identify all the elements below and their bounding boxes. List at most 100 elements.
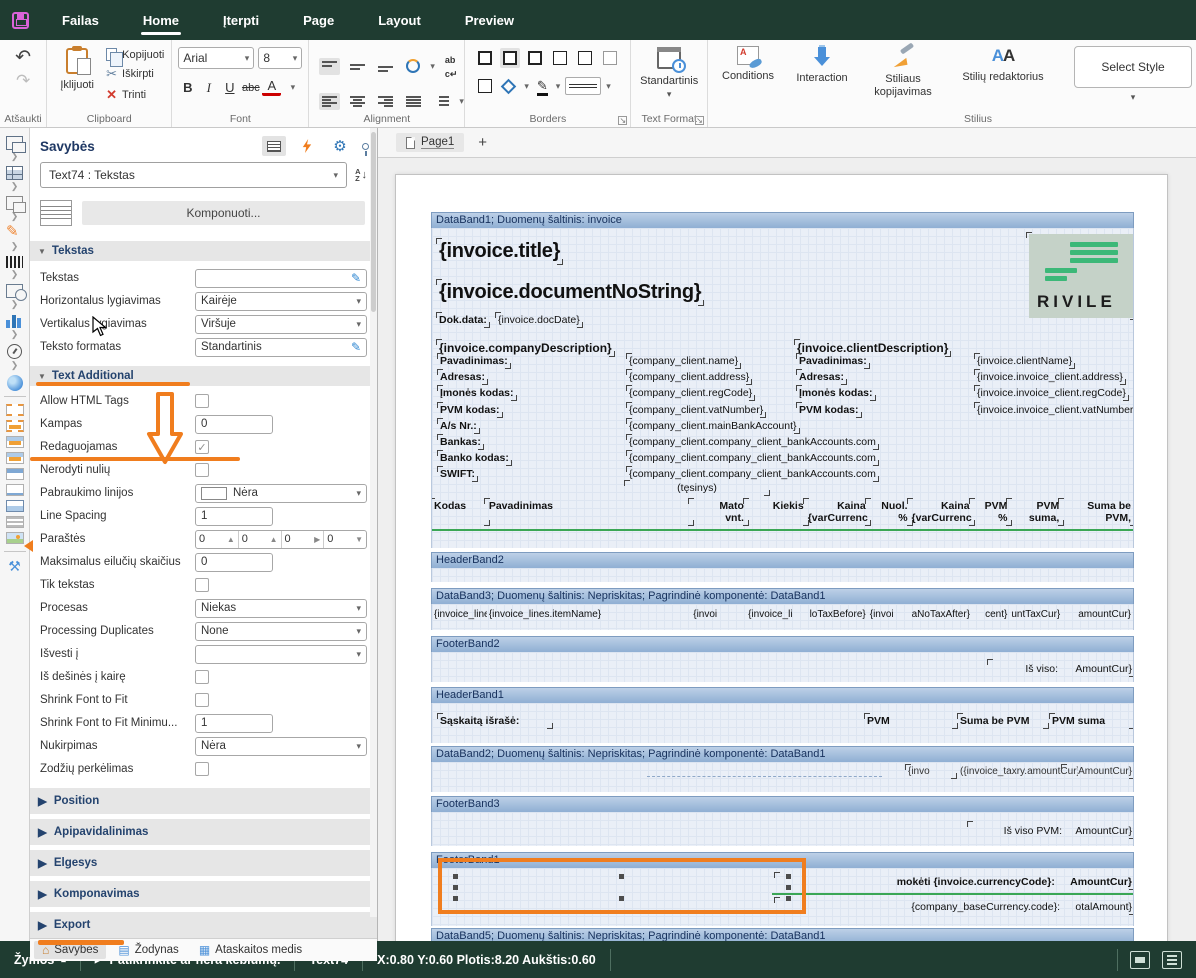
tax-cell-1[interactable]: {invo xyxy=(908,766,954,777)
field-label-mon-s-kodas[interactable]: Įmonės kodas: xyxy=(440,387,514,399)
band-headerband2[interactable]: HeaderBand2 xyxy=(431,552,1134,582)
pin-icon[interactable] xyxy=(362,143,369,150)
font-family-select[interactable]: Arial▾ xyxy=(178,47,254,69)
underline-button[interactable]: U xyxy=(220,78,239,97)
gauge-tool[interactable] xyxy=(7,342,22,359)
band-page-footer-tool[interactable] xyxy=(6,498,24,514)
table-header-pvm-suma[interactable]: PVMsuma, xyxy=(1009,500,1061,524)
chevron-right-icon[interactable]: ❯ xyxy=(11,269,19,279)
band-footerband2[interactable]: FooterBand2 Iš viso: AmountCur} xyxy=(431,636,1134,682)
text-format-expander-icon[interactable]: ↘ xyxy=(695,116,704,125)
databand3-cell-6[interactable]: aNoTaxAfter} xyxy=(910,609,972,620)
band-empty-tool[interactable] xyxy=(6,514,24,530)
field-label-a-s-nr[interactable]: A/s Nr.: xyxy=(440,420,477,432)
align-top-button[interactable] xyxy=(319,58,340,75)
databand3-cell-5[interactable]: {invoi xyxy=(868,609,910,620)
select-horizontalus-lygiavimas[interactable]: Kairėje▾ xyxy=(195,292,367,311)
menu-tab-terpti[interactable]: Įterpti xyxy=(201,0,281,40)
doc-date-field[interactable]: {invoice.docDate} xyxy=(498,314,580,326)
field-label-pavadinimas[interactable]: Pavadinimas: xyxy=(799,355,867,367)
chevron-right-icon[interactable]: ❯ xyxy=(11,360,19,370)
section-header-elgesys[interactable]: ▶Elgesys xyxy=(30,850,377,876)
company-description-field[interactable]: {invoice.companyDescription} xyxy=(439,341,612,355)
continuation-label[interactable]: (tęsinys) xyxy=(627,482,767,494)
word-wrap-button[interactable]: abc↵ xyxy=(442,49,461,83)
field-label-pvm-kodas[interactable]: PVM kodas: xyxy=(440,404,500,416)
conditions-button[interactable]: Conditions xyxy=(712,46,784,83)
add-page-button[interactable]: + xyxy=(478,134,487,151)
field-value-pvm-kodas[interactable]: {company_client.vatNumber} xyxy=(629,404,763,416)
databand3-cell-2[interactable]: {invoi xyxy=(691,609,746,620)
table-header-pvm[interactable]: PVM% xyxy=(972,500,1010,524)
spinner-icon[interactable]: ▲ xyxy=(227,535,235,544)
field-value-mon-s-kodas[interactable]: {company_client.regCode} xyxy=(629,387,752,399)
total-field[interactable]: Iš viso: AmountCur} xyxy=(990,661,1132,675)
copy-button[interactable]: Kopijuoti xyxy=(103,47,167,62)
chevron-right-icon[interactable]: ❯ xyxy=(11,299,19,309)
field-value-bankas[interactable]: {company_client.company_client_bankAccou… xyxy=(629,436,876,448)
field-value-pavadinimas[interactable]: {invoice.clientName} xyxy=(977,355,1072,367)
header1-col-pvm-suma[interactable]: PVM suma xyxy=(1052,715,1132,727)
chevron-down-icon[interactable]: ▾ xyxy=(667,89,672,100)
databand3-cell-9[interactable]: amountCur} xyxy=(1061,609,1133,620)
field-label-bankas[interactable]: Bankas: xyxy=(440,436,481,448)
select-processing-duplicates[interactable]: None▾ xyxy=(195,622,367,641)
border-inside-button[interactable] xyxy=(525,48,545,68)
italic-button[interactable]: I xyxy=(199,78,218,97)
cut-button[interactable]: ✂Iškirpti xyxy=(103,65,167,83)
strikethrough-button[interactable]: abc xyxy=(241,78,260,97)
settings-button[interactable]: ⚙ xyxy=(328,136,352,156)
total-vat-field[interactable]: Iš viso PVM: AmountCur} xyxy=(970,823,1132,837)
fill-color-button[interactable] xyxy=(500,78,519,95)
section-header-export[interactable]: ▶Export xyxy=(30,912,377,938)
chevron-right-icon[interactable]: ❯ xyxy=(11,181,19,191)
doc-date-label[interactable]: Dok.data: xyxy=(439,314,487,326)
table-header-pavadinimas[interactable]: Pavadinimas xyxy=(487,500,691,524)
invoice-title-field[interactable]: {invoice.title} xyxy=(439,240,560,263)
chevron-down-icon[interactable]: ▾ xyxy=(1131,92,1136,103)
field-value-pvm-kodas[interactable]: {invoice.invoice_client.vatNumber} xyxy=(977,404,1134,416)
chevron-right-icon[interactable]: ❯ xyxy=(11,241,19,251)
table-header-nuol[interactable]: Nuol.% xyxy=(868,500,910,524)
checkbox-allow-html-tags[interactable] xyxy=(195,394,209,408)
base-currency-field[interactable]: {company_baseCurrency.code}: otalAmount} xyxy=(777,899,1132,913)
section-header-position[interactable]: ▶Position xyxy=(30,788,377,814)
checkbox-nerodyti-nuli[interactable] xyxy=(195,463,209,477)
line-spacing-button[interactable] xyxy=(431,93,452,110)
header1-col-pvm[interactable]: PVM xyxy=(867,715,955,727)
table-header-kaina-varcurrenc[interactable]: Kaina{varCurrenc xyxy=(910,500,972,524)
databand3-cell-0[interactable]: {invoice_lines xyxy=(432,609,487,620)
headerband1-header[interactable]: HeaderBand1 xyxy=(431,687,1134,703)
headerband2-header[interactable]: HeaderBand2 xyxy=(431,552,1134,568)
align-middle-button[interactable] xyxy=(347,58,368,75)
checkbox-tik-tekstas[interactable] xyxy=(195,578,209,592)
checkbox-od-i-perk-limas[interactable] xyxy=(195,762,209,776)
databand1-header[interactable]: DataBand1; Duomenų šaltinis: invoice xyxy=(431,212,1134,228)
invoice-docno-field[interactable]: {invoice.documentNoString} xyxy=(439,281,701,304)
menu-tab-home[interactable]: Home xyxy=(121,0,201,40)
compose-button[interactable]: Komponuoti... xyxy=(82,201,365,225)
border-color-button[interactable]: ✎ xyxy=(534,76,551,96)
draw-tool[interactable] xyxy=(6,224,23,240)
band-databand3[interactable]: DataBand3; Duomenų šaltinis: Nepriskitas… xyxy=(431,588,1134,630)
map-tool[interactable] xyxy=(7,373,23,391)
shapes-tool[interactable] xyxy=(6,194,23,210)
fit-width-button[interactable] xyxy=(1130,951,1150,969)
checkbox-i-de-in-s-kair[interactable] xyxy=(195,670,209,684)
field-value-adresas[interactable]: {invoice.invoice_client.address} xyxy=(977,371,1123,383)
events-button[interactable] xyxy=(295,136,319,156)
style-copy-button[interactable]: Stiliaus kopijavimas xyxy=(860,46,946,98)
border-none2-button[interactable] xyxy=(600,48,620,68)
field-label-pvm-kodas[interactable]: PVM kodas: xyxy=(799,404,859,416)
border-bottom-button[interactable] xyxy=(575,48,595,68)
input-shrink-font-to-fit-minimu[interactable]: 1 xyxy=(195,714,273,733)
section-header-apipavidalinimas[interactable]: ▶Apipavidalinimas xyxy=(30,819,377,845)
align-justify-button[interactable] xyxy=(403,93,424,110)
table-header-kiekis[interactable]: Kiekis xyxy=(746,500,806,524)
band-data-tool[interactable] xyxy=(6,450,24,466)
border-none-button[interactable] xyxy=(475,76,495,96)
menu-tab-page[interactable]: Page xyxy=(281,0,356,40)
delete-button[interactable]: ✕Trinti xyxy=(103,86,167,104)
borders-expander-icon[interactable]: ↘ xyxy=(618,116,627,125)
font-size-select[interactable]: 8▾ xyxy=(258,47,302,69)
